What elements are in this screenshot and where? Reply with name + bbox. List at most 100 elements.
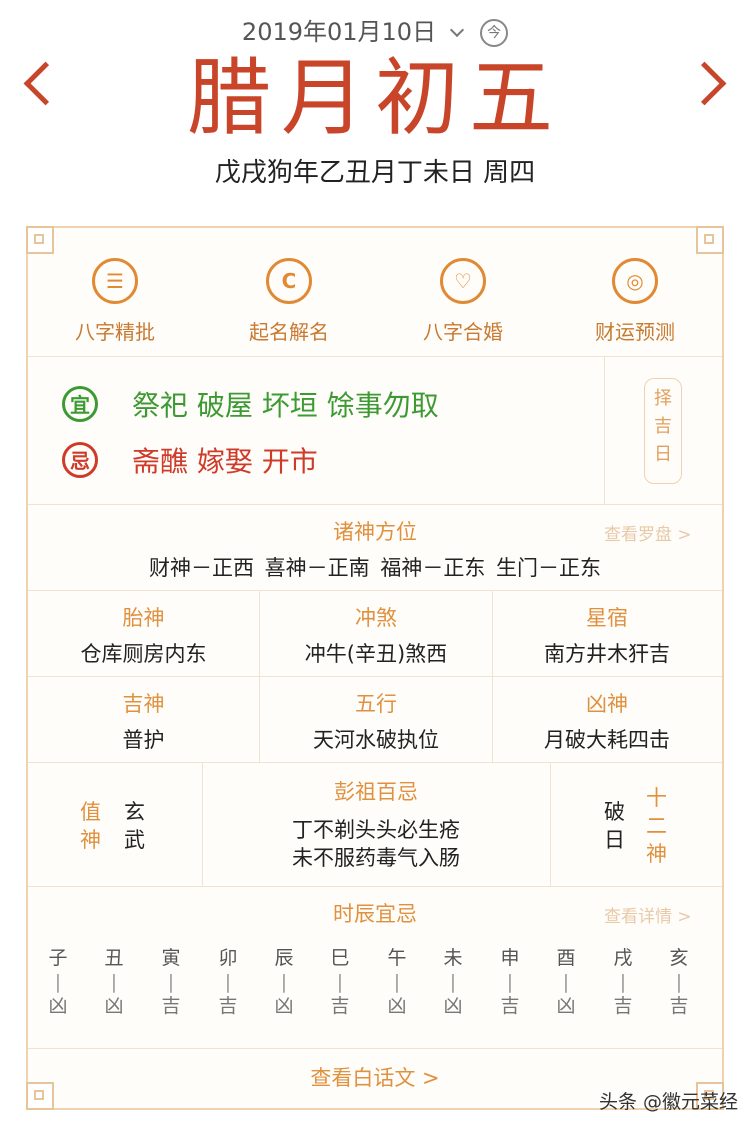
divider	[28, 1048, 722, 1049]
label-char: 神	[80, 828, 101, 852]
today-icon[interactable]: 今	[480, 19, 509, 47]
separator: |	[506, 971, 514, 993]
luck: 吉	[330, 995, 350, 1017]
hour-you: 酉 | 凶	[546, 946, 586, 1018]
hour-shen: 申 | 吉	[490, 946, 530, 1018]
divider	[28, 356, 722, 357]
luck: 凶	[104, 995, 124, 1017]
separator: |	[224, 971, 232, 993]
branch: 子	[48, 947, 68, 969]
divider	[28, 762, 722, 763]
divider	[28, 676, 722, 677]
branch: 戌	[613, 947, 633, 969]
value-char: 日	[604, 828, 625, 852]
service-label: 财运预测	[595, 320, 675, 344]
luck: 吉	[613, 995, 633, 1017]
branch: 申	[500, 947, 520, 969]
label-char: 二	[646, 814, 667, 838]
chevron-down-icon[interactable]	[450, 22, 465, 38]
service-marriage[interactable]: ♡ 八字合婚	[378, 258, 548, 345]
view-hours-detail-link[interactable]: 查看详情 >	[604, 902, 692, 927]
zeji-char: 吉	[654, 416, 672, 437]
value-char: 破	[604, 800, 625, 824]
hour-wei: 未 | 凶	[433, 946, 473, 1018]
twelve-gods-label: 十 二 神	[646, 784, 667, 868]
luck: 凶	[387, 995, 407, 1017]
branch: 未	[443, 947, 463, 969]
luck: 凶	[443, 995, 463, 1017]
zhi-shen-label: 值 神	[80, 798, 101, 854]
tai-shen-title: 胎神	[122, 606, 165, 630]
luck: 吉	[669, 995, 689, 1017]
hour-chen: 辰 | 凶	[264, 946, 304, 1018]
hour-zi: 子 | 凶	[38, 946, 78, 1018]
divider	[28, 590, 722, 591]
service-label: 起名解名	[249, 320, 329, 344]
view-compass-link[interactable]: 查看罗盘 >	[604, 520, 692, 545]
solar-date[interactable]: 2019年01月10日	[242, 18, 436, 46]
branch: 寅	[161, 947, 181, 969]
bazi-icon: ☰	[92, 258, 138, 304]
value-char: 武	[124, 828, 145, 852]
service-bazi[interactable]: ☰ 八字精批	[30, 258, 200, 345]
ingot-icon: ◎	[612, 258, 658, 304]
gods-direction-text: 财神－正西 喜神－正南 福神－正东 生门－正东	[148, 556, 602, 580]
xing-xiu-value: 南方井木犴吉	[544, 642, 670, 666]
corner-ornament-icon	[696, 226, 724, 254]
ji-shen-title: 吉神	[122, 692, 165, 716]
separator: |	[280, 971, 288, 993]
zeji-char: 日	[654, 444, 672, 465]
value-char: 玄	[124, 800, 145, 824]
ganzhi-date: 戊戌狗年乙丑月丁未日 周四	[214, 158, 536, 188]
luck: 吉	[161, 995, 181, 1017]
divider	[492, 590, 493, 762]
xiong-shen-title: 凶神	[586, 692, 628, 716]
divider	[28, 886, 722, 887]
divider	[550, 762, 551, 886]
label-char: 值	[80, 800, 101, 824]
date-selector[interactable]: 2019年01月10日 今	[0, 12, 750, 47]
service-fortune[interactable]: ◎ 财运预测	[550, 258, 720, 345]
chong-sha-value: 冲牛(辛丑)煞西	[304, 642, 448, 666]
chong-sha-title: 冲煞	[355, 606, 397, 630]
hour-hai: 亥 | 吉	[659, 946, 699, 1018]
service-label: 八字合婚	[423, 320, 503, 344]
yi-badge: 宜	[62, 386, 98, 422]
pengzu-title: 彭祖百忌	[334, 780, 418, 804]
luck: 凶	[48, 995, 68, 1017]
zhi-shen-value: 玄 武	[124, 798, 145, 854]
branch: 卯	[218, 947, 238, 969]
ji-badge: 忌	[62, 442, 98, 478]
separator: |	[562, 971, 570, 993]
hour-si: 巳 | 吉	[320, 946, 360, 1018]
divider	[259, 590, 260, 762]
service-label: 八字精批	[75, 320, 155, 344]
pengzu-line-1: 丁不剃头头必生疮	[292, 818, 460, 842]
luck: 凶	[274, 995, 294, 1017]
separator: |	[54, 971, 62, 993]
separator: |	[336, 971, 344, 993]
branch: 辰	[274, 947, 294, 969]
branch: 巳	[330, 947, 350, 969]
separator: |	[675, 971, 683, 993]
luck: 吉	[218, 995, 238, 1017]
naming-icon: C	[266, 258, 312, 304]
xing-xiu-title: 星宿	[586, 606, 628, 630]
divider	[28, 504, 722, 505]
hour-wu: 午 | 凶	[377, 946, 417, 1018]
ji-shen-value: 普护	[122, 728, 165, 752]
service-naming[interactable]: C 起名解名	[204, 258, 374, 345]
hour-xu: 戌 | 吉	[603, 946, 643, 1018]
separator: |	[449, 971, 457, 993]
luck: 凶	[556, 995, 576, 1017]
watermark: 头条 @徽元菜经	[598, 1091, 738, 1113]
twelve-gods-value: 破 日	[604, 798, 625, 854]
select-auspicious-day-button[interactable]: 择 吉 日	[644, 378, 682, 484]
lunar-date: 腊月初五	[186, 49, 563, 147]
branch: 酉	[556, 947, 576, 969]
hour-mao: 卯 | 吉	[208, 946, 248, 1018]
separator: |	[619, 971, 627, 993]
corner-ornament-icon	[26, 226, 54, 254]
branch: 亥	[669, 947, 689, 969]
pengzu-line-2: 未不服药毒气入肠	[292, 846, 460, 870]
